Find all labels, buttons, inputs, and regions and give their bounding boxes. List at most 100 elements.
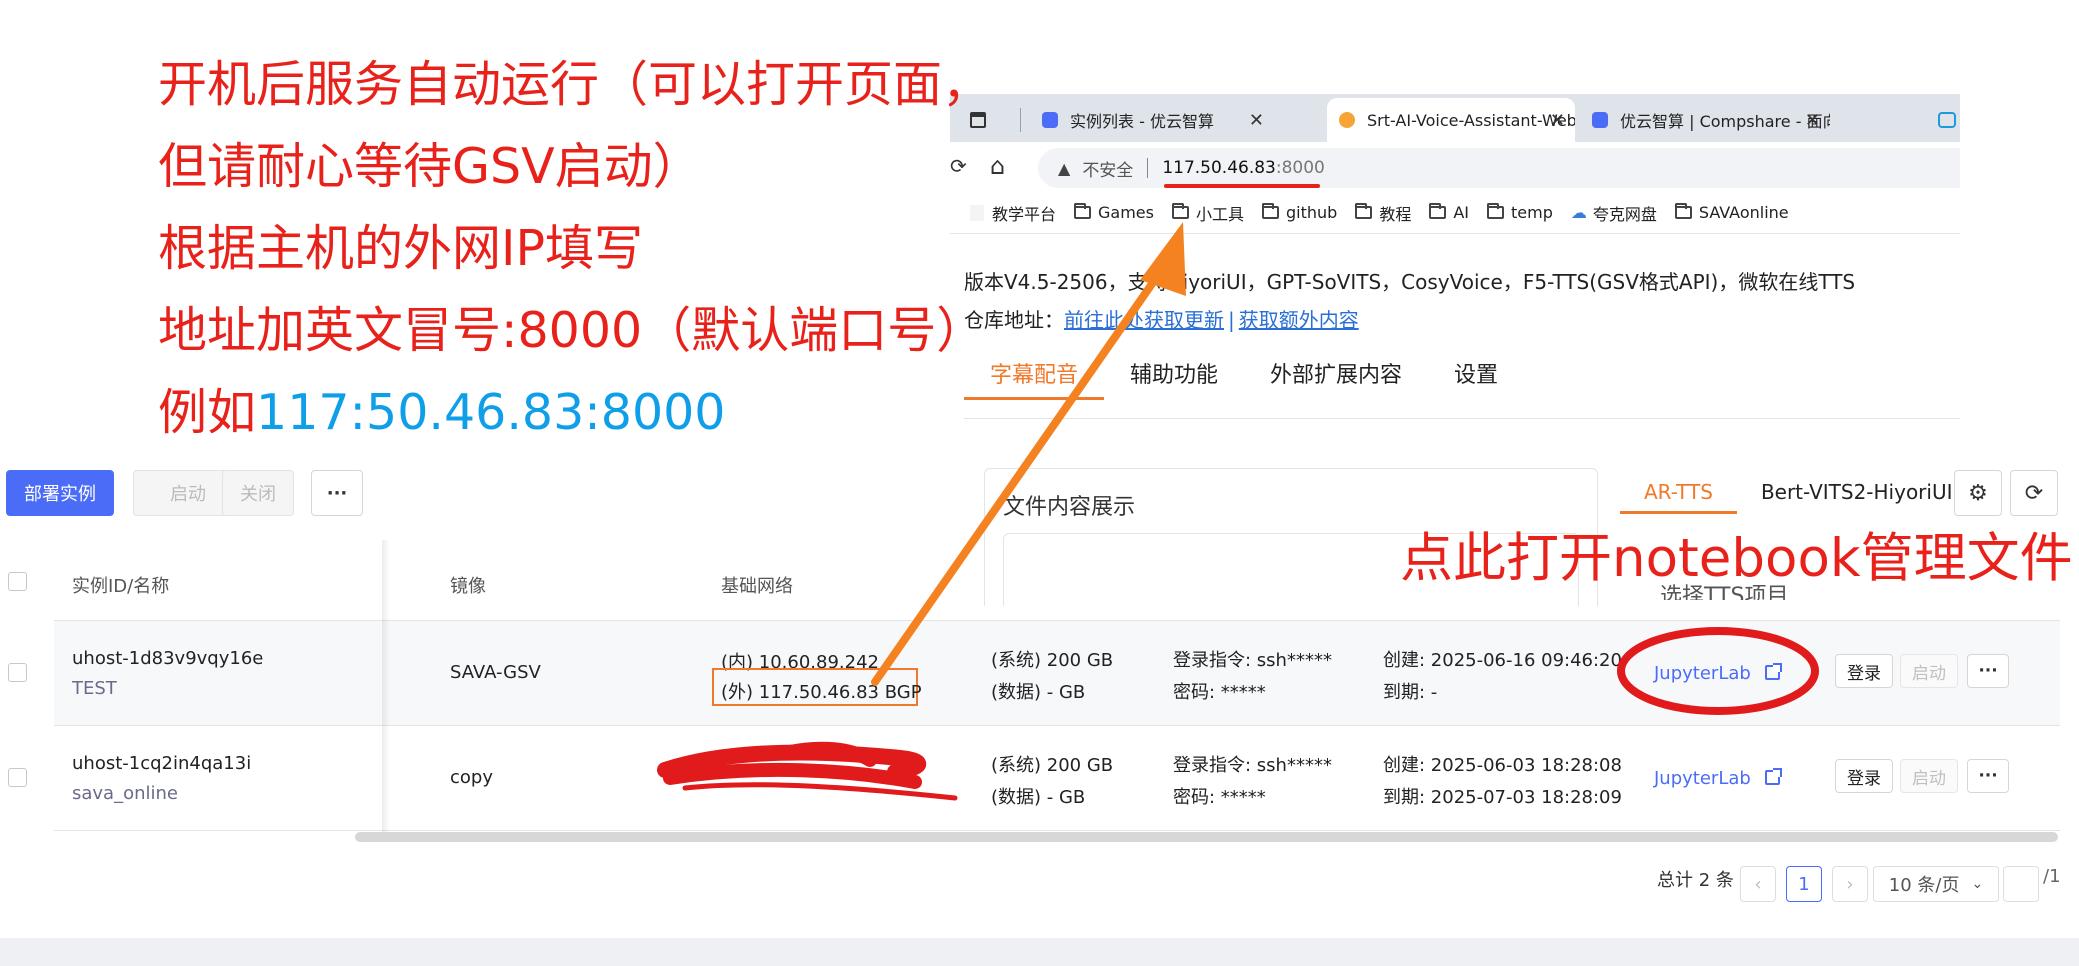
repo-extra-link[interactable]: 获取额外内容 [1239,308,1359,332]
bookmark-ai[interactable]: AI [1429,203,1469,222]
url-red-underline [1164,184,1320,188]
bookmark-label[interactable]: 小工具 [1196,201,1244,225]
refresh-icon[interactable]: ⟳ [2025,481,2043,506]
refresh-button[interactable]: ⟳ [2010,470,2058,516]
pagination-total: 总计 2 条 [1657,870,1734,891]
annotation-line-2: 但请耐心等待GSV启动） [158,138,702,195]
tv-icon[interactable] [1938,112,1956,128]
jupyterlab-link[interactable]: JupyterLab [1654,768,1782,789]
more-actions-button[interactable]: ··· [311,470,363,516]
bookmark-tools[interactable]: 小工具 [1171,201,1244,225]
bookmark-label[interactable]: SAVAonline [1699,203,1789,222]
tab-label[interactable]: Srt-AI-Voice-Assistant-WebUI [1367,111,1575,130]
login-command: 登录指令: ssh***** [1173,650,1332,671]
tab-label[interactable]: 优云智算 | Compshare - 面向AI场 [1620,108,1830,132]
tab-compshare[interactable]: 优云智算 | Compshare - 面向AI场 ✕ [1580,98,1830,142]
created-time: 创建: 2025-06-16 09:46:20 [1383,650,1622,671]
bookmark-games[interactable]: Games [1074,203,1154,222]
tab-extensions[interactable]: 外部扩展内容 [1244,352,1428,400]
tab-webui[interactable]: Srt-AI-Voice-Assistant-WebUI ✕ [1327,98,1575,142]
password: 密码: ***** [1173,682,1266,703]
jupyterlab-label[interactable]: JupyterLab [1654,768,1751,789]
footer-band [0,938,2079,966]
expire-time: 到期: 2025-07-03 18:28:09 [1383,787,1622,808]
prev-page-button[interactable]: ‹ [1740,866,1776,902]
jupyterlab-link[interactable]: JupyterLab [1654,663,1782,684]
external-link-icon[interactable] [1764,768,1782,785]
password: 密码: ***** [1173,787,1266,808]
disk-system: (系统) 200 GB [991,650,1114,671]
folder-icon [1487,203,1504,219]
bookmark-tutorial[interactable]: 教程 [1355,201,1411,225]
tab-bar: 实例列表 - 优云智算 ✕ Srt-AI-Voice-Assistant-Web… [950,94,1960,142]
horizontal-scrollbar[interactable] [355,832,2058,842]
page-size-label[interactable]: 10 条/页 [1889,871,1960,897]
webui-logo-icon [1339,112,1355,128]
cloud-icon: ☁ [1570,203,1587,222]
tab-settings[interactable]: 设置 [1428,352,1524,400]
row-checkbox[interactable] [8,768,27,787]
address-row: ⟳ ⌂ ▲ 不安全 117.50.46.83:8000 [950,142,1960,192]
bookmark-label[interactable]: 夸克网盘 [1593,201,1657,225]
forward-icon[interactable]: ⟳ [950,154,967,178]
settings-icon-button[interactable]: ⚙ [1954,470,2002,516]
chevron-down-icon[interactable]: ⌄ [1971,876,1983,892]
header-network: 基础网络 [721,576,793,597]
bookmark-label[interactable]: temp [1511,203,1553,222]
header-image: 镜像 [450,576,486,597]
bookmark-quark[interactable]: ☁ 夸克网盘 [1571,201,1657,225]
stop-button[interactable]: 关闭 [222,470,294,516]
tab-bert-vits2[interactable]: Bert-VITS2-HiyoriUI [1737,470,1977,514]
jupyterlab-label[interactable]: JupyterLab [1654,663,1751,684]
gear-icon[interactable]: ⚙ [1968,481,1988,506]
bookmark-label[interactable]: 教学平台 [992,201,1056,225]
row-start-button[interactable]: 启动 [1900,654,1958,688]
row-start-button[interactable]: 启动 [1900,759,1958,793]
instance-id[interactable]: uhost-1d83v9vqy16e [72,648,263,669]
external-link-icon[interactable] [1764,663,1782,680]
login-button[interactable]: 登录 [1835,759,1893,793]
bookmark-label[interactable]: 教程 [1379,201,1411,225]
url-port[interactable]: :8000 [1276,158,1325,178]
page-size-select[interactable]: 10 条/页 ⌄ [1873,866,1999,902]
insecure-label[interactable]: 不安全 [1082,156,1133,181]
close-icon[interactable]: ✕ [1550,110,1565,131]
login-button[interactable]: 登录 [1835,654,1893,688]
row-more-button[interactable]: ··· [1967,759,2009,793]
row-checkbox[interactable] [8,663,27,682]
folder-icon [1262,203,1279,219]
bookmark-label[interactable]: github [1286,203,1337,222]
bookmark-github[interactable]: github [1262,203,1337,222]
tabs-underline [964,418,1960,419]
repo-update-link[interactable]: 前往此处获取更新 [1064,308,1224,332]
url-host[interactable]: 117.50.46.83 [1162,158,1276,178]
next-page-button[interactable]: › [1832,866,1868,902]
close-icon[interactable]: ✕ [1249,110,1264,131]
bilibili-tab-icon[interactable] [1934,98,1960,142]
tab-instance-list[interactable]: 实例列表 - 优云智算 ✕ [1030,98,1274,142]
row-more-button[interactable]: ··· [1967,654,2009,688]
bookmark-temp[interactable]: temp [1487,203,1553,222]
tab-label[interactable]: 实例列表 - 优云智算 [1070,108,1214,132]
tab-ar-tts[interactable]: AR-TTS [1620,470,1737,514]
tts-project-tabs: AR-TTS Bert-VITS2-HiyoriUI [1620,470,1977,514]
bookmark-teaching[interactable]: 教学平台 [970,201,1056,225]
warning-icon[interactable]: ▲ [1058,159,1070,178]
address-bar[interactable]: ▲ 不安全 117.50.46.83:8000 [1038,148,1960,188]
page-jump-input[interactable] [2003,866,2039,902]
tab-aux-functions[interactable]: 辅助功能 [1104,352,1244,400]
close-icon[interactable]: ✕ [1805,110,1820,131]
deploy-instance-button[interactable]: 部署实例 [6,470,114,516]
bookmark-label[interactable]: Games [1098,203,1154,222]
network-outer-ip: (外) 117.50.46.83 BGP [721,682,922,703]
folder-icon [1674,203,1692,219]
bookmark-label[interactable]: AI [1453,203,1469,222]
row-divider [54,725,2060,726]
bookmark-savaonline[interactable]: SAVAonline [1674,203,1789,222]
ucloud-logo-icon [1592,112,1608,128]
page-1-button[interactable]: 1 [1786,866,1822,902]
instance-id[interactable]: uhost-1cq2in4qa13i [72,753,251,774]
select-all-checkbox[interactable] [8,572,27,591]
instance-image: SAVA-GSV [450,662,541,683]
home-icon[interactable]: ⌂ [990,152,1005,180]
